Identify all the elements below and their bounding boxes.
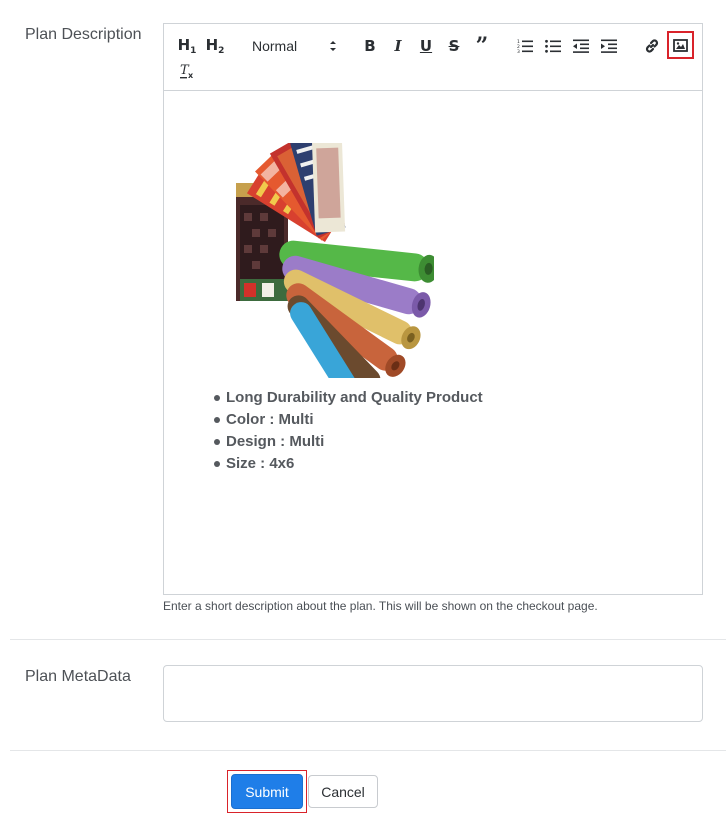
ordered-list-button[interactable]: 123 [514,34,536,58]
clear-format-button[interactable]: Tx [176,59,198,83]
bold-icon: B [364,37,376,55]
outdent-icon [573,39,589,53]
strikethrough-icon: S [448,37,460,55]
heading-picker[interactable]: Normal [250,34,338,58]
heading-picker-value: Normal [252,38,298,54]
editor-content[interactable]: Long Durability and Quality Product Colo… [164,91,702,594]
submit-highlight: Submit [227,770,307,813]
editor-toolbar: H1 H2 Normal B I U S ” 123 T x [164,24,702,91]
list-item: Long Durability and Quality Product [212,387,483,409]
chevron-updown-icon [328,38,338,57]
list-item: Design : Multi [212,431,483,453]
blockquote-button[interactable]: ” [472,34,492,58]
plan-metadata-input[interactable] [163,665,703,722]
submit-button[interactable]: Submit [231,774,303,809]
plan-description-label: Plan Description [25,23,145,47]
italic-icon: I [394,37,402,55]
svg-text:3: 3 [517,49,520,53]
list-item: Color : Multi [212,409,483,431]
image-icon [673,38,688,52]
bullet-list-button[interactable] [542,34,564,58]
italic-button[interactable]: I [388,34,408,58]
strikethrough-button[interactable]: S [444,34,464,58]
underline-button[interactable]: U [416,34,436,58]
h2-button[interactable]: H2 [204,34,226,58]
list-item: Size : 4x6 [212,453,483,475]
section-divider [10,750,726,751]
section-divider [10,639,726,640]
link-button[interactable] [641,34,663,58]
clear-format-icon: Tx [179,63,195,79]
outdent-button[interactable] [570,34,592,58]
h1-button[interactable]: H1 [176,34,198,58]
svg-text:x: x [188,71,194,79]
bullet-list-icon [545,39,561,53]
plan-description-label-text: Plan Description [25,26,142,43]
indent-button[interactable] [598,34,620,58]
indent-icon [601,39,617,53]
h2-icon: H2 [205,36,225,56]
h1-icon: H1 [177,36,197,56]
feature-list: Long Durability and Quality Product Colo… [212,387,483,475]
plan-metadata-label: Plan MetaData [25,668,131,685]
ordered-list-icon: 123 [517,39,533,53]
link-icon [644,38,660,54]
product-image [236,143,434,378]
description-help-text: Enter a short description about the plan… [163,599,598,613]
cancel-button[interactable]: Cancel [308,775,378,808]
image-button[interactable] [667,31,694,59]
blockquote-icon: ” [475,33,489,59]
underline-icon: U [419,37,433,55]
bold-button[interactable]: B [360,34,380,58]
description-editor: H1 H2 Normal B I U S ” 123 T x Long Dura… [163,23,703,595]
